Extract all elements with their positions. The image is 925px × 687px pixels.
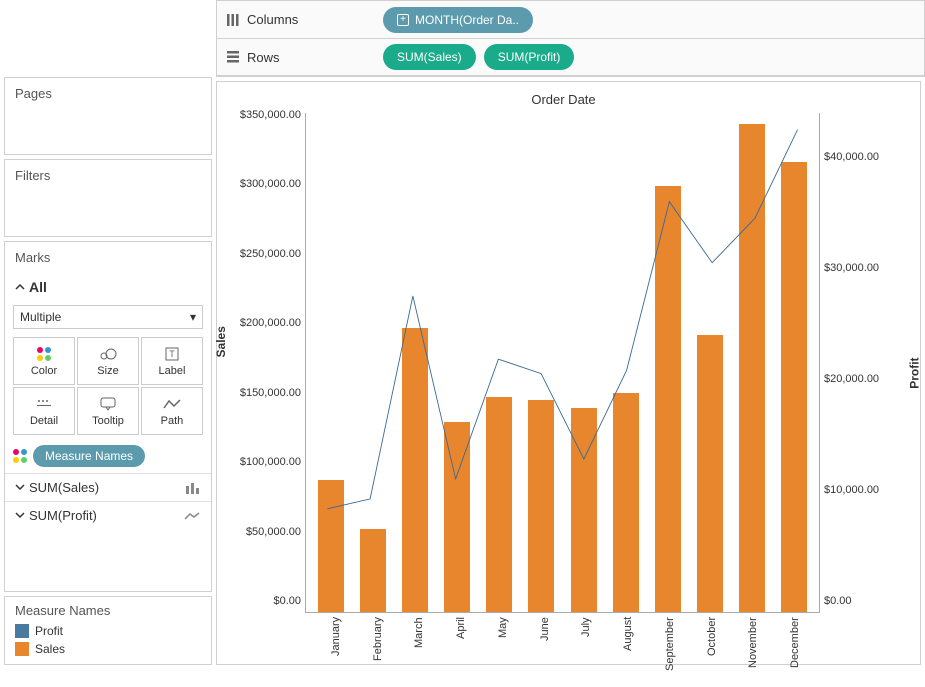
line-icon <box>183 511 201 521</box>
color-icon <box>37 347 51 361</box>
label-icon: T <box>165 345 179 363</box>
detail-icon <box>37 395 51 413</box>
pages-card[interactable]: Pages <box>4 77 212 155</box>
sales-bar[interactable] <box>360 529 386 612</box>
bar-icon <box>183 482 201 494</box>
rows-label: Rows <box>247 50 280 65</box>
filters-title: Filters <box>5 160 211 191</box>
y-tick-right: $40,000.00 <box>824 151 879 163</box>
mark-type-select[interactable]: Multiple ▾ <box>13 305 203 329</box>
filters-card[interactable]: Filters <box>4 159 212 237</box>
expand-icon: + <box>397 14 409 26</box>
chart-canvas: Order Date Sales $0.00 $50,000.00 $100,000… <box>216 81 921 665</box>
x-label: July <box>580 617 592 687</box>
x-axis: January February March April May June July Augu… <box>227 613 820 687</box>
right-axis-label: Profit <box>907 357 921 388</box>
sidebar: Pages Filters Marks All Multiple ▾ <box>0 77 216 669</box>
rows-icon <box>225 49 241 65</box>
plot-area[interactable] <box>305 113 820 613</box>
x-label: September <box>664 617 676 687</box>
tooltip-icon <box>100 395 116 413</box>
y-tick-left: $350,000.00 <box>240 109 301 121</box>
y-tick-left: $50,000.00 <box>246 526 301 538</box>
sales-bar[interactable] <box>528 400 554 612</box>
sales-bar[interactable] <box>571 408 597 612</box>
sales-bar[interactable] <box>318 480 344 612</box>
x-label: June <box>539 617 551 687</box>
color-icon <box>13 449 27 463</box>
y-tick-right: $20,000.00 <box>824 373 879 385</box>
path-button[interactable]: Path <box>141 387 203 435</box>
measure-names-pill[interactable]: Measure Names <box>33 445 145 467</box>
y-axis-left: Sales $0.00$50,000.00$100,000.00$150,000… <box>227 113 305 613</box>
marks-sum-sales[interactable]: SUM(Sales) <box>5 473 211 501</box>
y-tick-left: $150,000.00 <box>240 387 301 399</box>
marks-sum-profit[interactable]: SUM(Profit) <box>5 501 211 529</box>
x-label: March <box>413 617 425 687</box>
profit-swatch <box>15 624 29 638</box>
marks-all-toggle[interactable]: All <box>5 273 211 301</box>
sales-bar[interactable] <box>444 422 470 612</box>
y-tick-left: $0.00 <box>273 595 301 607</box>
x-label: October <box>706 617 718 687</box>
legend-title: Measure Names <box>15 603 201 622</box>
y-tick-left: $100,000.00 <box>240 456 301 468</box>
y-tick-right: $0.00 <box>824 595 852 607</box>
sales-swatch <box>15 642 29 656</box>
sales-bar[interactable] <box>613 393 639 612</box>
dropdown-icon: ▾ <box>190 310 196 324</box>
x-label: January <box>330 617 342 687</box>
detail-button[interactable]: Detail <box>13 387 75 435</box>
sales-bar[interactable] <box>402 328 428 612</box>
x-label: April <box>455 617 467 687</box>
size-icon <box>99 345 117 363</box>
path-icon <box>163 395 181 413</box>
tooltip-button[interactable]: Tooltip <box>77 387 139 435</box>
sales-bar[interactable] <box>739 124 765 612</box>
label-button[interactable]: T Label <box>141 337 203 385</box>
shelves-area: Columns + MONTH(Order Da.. Rows SUM(Sale… <box>216 0 925 77</box>
color-button[interactable]: Color <box>13 337 75 385</box>
y-tick-right: $30,000.00 <box>824 262 879 274</box>
y-tick-left: $300,000.00 <box>240 178 301 190</box>
chevron-down-icon <box>15 480 25 495</box>
sales-bar[interactable] <box>486 397 512 612</box>
y-tick-right: $10,000.00 <box>824 484 879 496</box>
columns-shelf[interactable]: Columns + MONTH(Order Da.. <box>216 0 925 38</box>
y-axis-right: Profit $0.00$10,000.00$20,000.00$30,000.… <box>820 113 900 613</box>
rows-shelf[interactable]: Rows SUM(Sales) SUM(Profit) <box>216 38 925 76</box>
chart-title: Order Date <box>227 92 900 107</box>
legend-sales[interactable]: Sales <box>15 640 201 658</box>
y-tick-left: $250,000.00 <box>240 248 301 260</box>
x-label: February <box>372 617 384 687</box>
x-label: November <box>747 617 759 687</box>
rows-pill-profit[interactable]: SUM(Profit) <box>484 44 575 70</box>
sales-bar[interactable] <box>655 186 681 612</box>
svg-text:T: T <box>169 349 175 359</box>
x-label: December <box>789 617 801 687</box>
left-axis-label: Sales <box>214 326 228 357</box>
columns-label: Columns <box>247 12 298 27</box>
y-tick-left: $200,000.00 <box>240 317 301 329</box>
chevron-down-icon <box>15 508 25 523</box>
columns-icon <box>225 12 241 28</box>
size-button[interactable]: Size <box>77 337 139 385</box>
legend-card: Measure Names Profit Sales <box>4 596 212 665</box>
columns-pill-month[interactable]: + MONTH(Order Da.. <box>383 7 533 33</box>
x-label: May <box>497 617 509 687</box>
sales-bar[interactable] <box>697 335 723 612</box>
marks-title: Marks <box>5 242 211 273</box>
sales-bar[interactable] <box>781 162 807 612</box>
rows-pill-sales[interactable]: SUM(Sales) <box>383 44 476 70</box>
legend-profit[interactable]: Profit <box>15 622 201 640</box>
chevron-up-icon <box>15 279 25 295</box>
marks-card: Marks All Multiple ▾ Color <box>4 241 212 592</box>
pages-title: Pages <box>5 78 211 109</box>
x-label: August <box>622 617 634 687</box>
